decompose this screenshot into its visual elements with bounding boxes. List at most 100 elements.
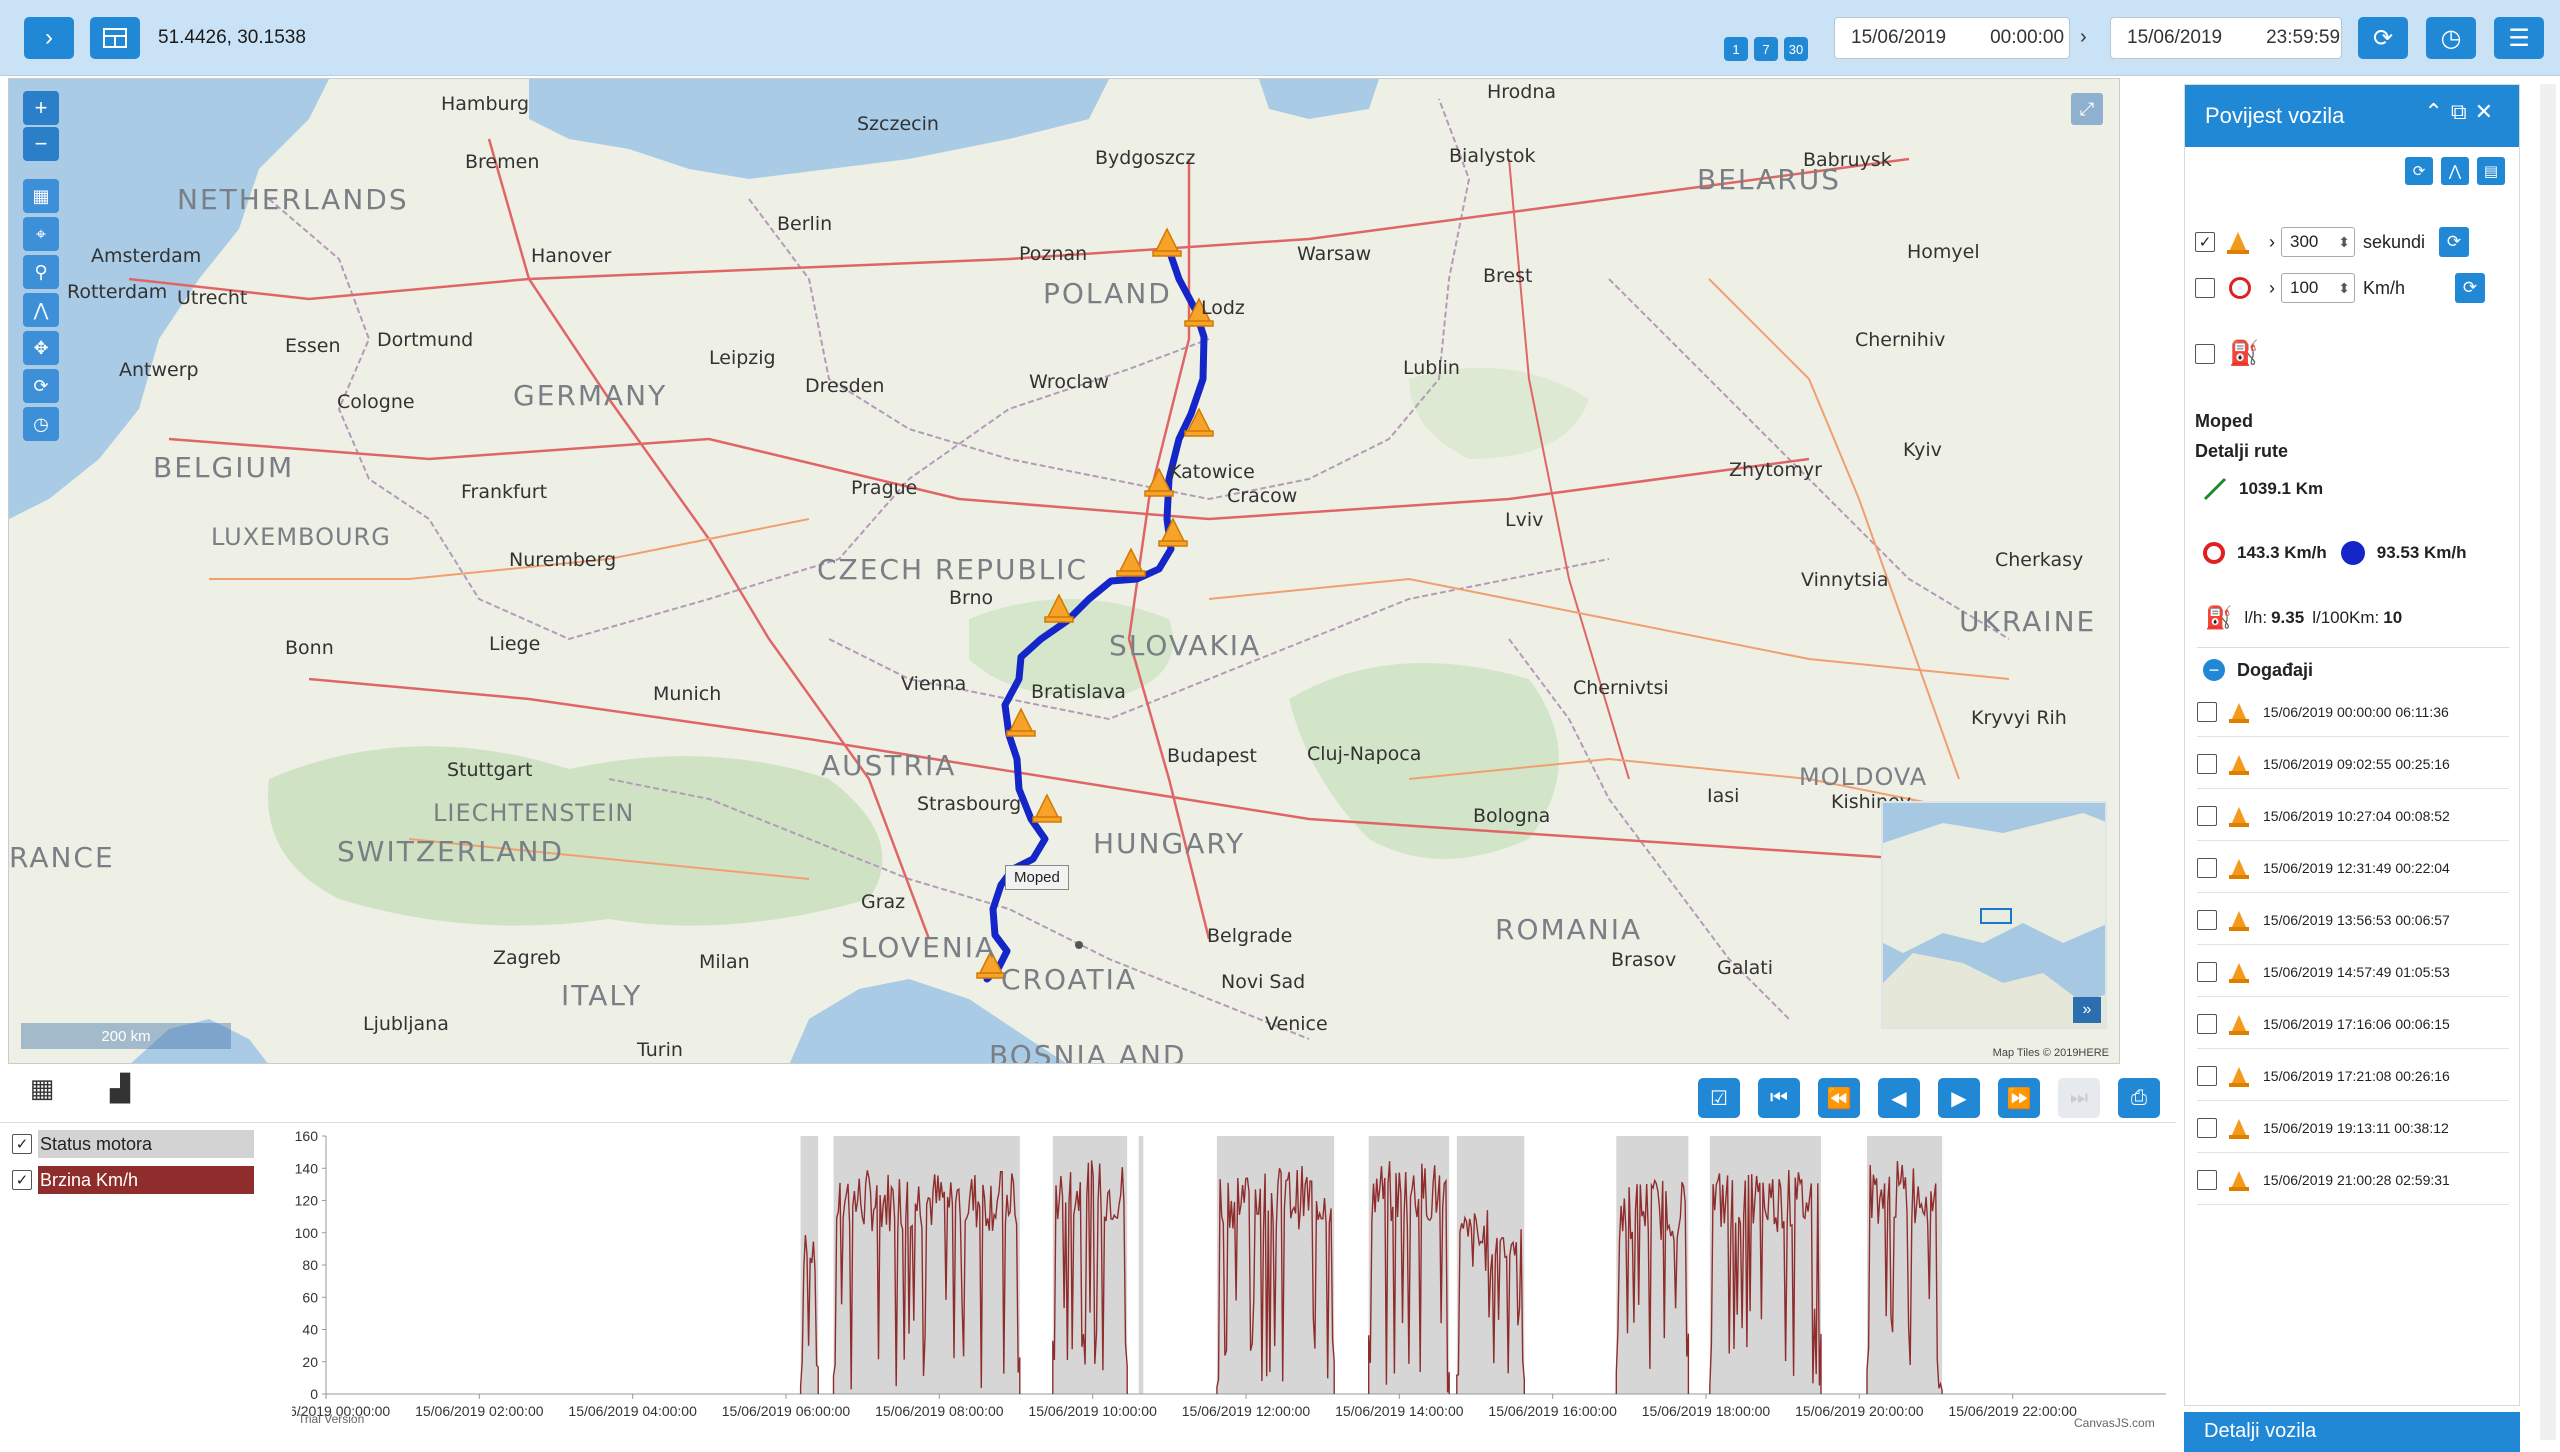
to-date: 15/06/2019 [2127, 27, 2223, 48]
fuel-pump-icon: ⛽ [2205, 605, 2233, 630]
fast-forward-button[interactable]: ⏩ [1998, 1078, 2040, 1118]
event-row[interactable]: 15/06/2019 21:00:28 02:59:31 [2197, 1155, 2509, 1205]
x-tick-label: 15/06/2019 22:00:00 [1948, 1403, 2077, 1419]
event-row[interactable]: 15/06/2019 00:00:00 06:11:36 [2197, 687, 2509, 737]
list-icon: ☰ [2508, 24, 2530, 52]
event-text: 15/06/2019 00:00:00 06:11:36 [2263, 703, 2449, 720]
interval-apply-button[interactable]: ⟳ [2439, 227, 2470, 257]
speed-limit-checkbox[interactable] [2195, 278, 2215, 298]
panel-document-button[interactable]: ▤ [2477, 157, 2505, 185]
map-view[interactable]: NETHERLANDS BELGIUM GERMANY POLAND CZECH… [8, 78, 2120, 1064]
play-button[interactable]: ▶ [1938, 1078, 1980, 1118]
stop-interval-checkbox[interactable]: ✓ [2195, 232, 2215, 252]
skip-first-button[interactable]: ⏮ [1758, 1078, 1800, 1118]
map-label-city: Zagreb [493, 947, 561, 969]
series-checkbox[interactable]: ✓ [12, 1170, 32, 1190]
map-refresh-button[interactable]: ⟳ [23, 369, 59, 403]
map-label-slovenia: SLOVENIA [841, 931, 997, 964]
panel-header: Povijest vozila ⌃⧉✕ [2185, 85, 2519, 147]
fuel-100-value: 10 [2383, 608, 2403, 627]
layout-toggle-button[interactable] [90, 17, 140, 59]
event-row[interactable]: 15/06/2019 14:57:49 01:05:53 [2197, 947, 2509, 997]
map-label-hungary: HUNGARY [1093, 827, 1246, 860]
y-tick-label: 160 [295, 1128, 319, 1144]
fuel-consumption: ⛽ l/h: 9.35 l/100Km: 10 [2205, 605, 2402, 631]
event-checkbox[interactable] [2197, 909, 2217, 930]
event-checkbox[interactable] [2197, 1169, 2217, 1190]
panel-window-controls[interactable]: ⌃⧉✕ [2424, 99, 2501, 125]
from-datetime-field[interactable]: 15/06/2019 00:00:00 [1834, 17, 2070, 59]
range-7-day-button[interactable]: 7 [1754, 37, 1778, 61]
table-view-tab[interactable]: ▦ [24, 1070, 60, 1106]
step-back-button[interactable]: ◀ [1878, 1078, 1920, 1118]
series-toggle-engine-status[interactable]: ✓ Status motora [12, 1130, 254, 1158]
map-label-czech-republic: CZECH REPUBLIC [817, 553, 1089, 586]
play-back-icon: ◀ [1891, 1087, 1907, 1110]
print-button[interactable]: ⎙ [2118, 1078, 2160, 1118]
event-row[interactable]: 15/06/2019 12:31:49 00:22:04 [2197, 843, 2509, 893]
bottom-tabs: ▦ ▟ [24, 1070, 138, 1106]
map-history-button[interactable]: ◷ [23, 407, 59, 441]
minimap-collapse-button[interactable]: » [2073, 997, 2101, 1023]
to-datetime-field[interactable]: 15/06/2019 23:59:59 [2110, 17, 2342, 59]
map-label-luxembourg: LUXEMBOURG [211, 523, 391, 551]
speed-apply-button[interactable]: ⟳ [2455, 273, 2486, 303]
series-toggle-speed[interactable]: ✓ Brzina Km/h [12, 1166, 254, 1194]
rewind-icon: ⏪ [1826, 1087, 1852, 1110]
page-scrollbar[interactable] [2540, 84, 2556, 1440]
locate-button[interactable]: ✥ [23, 331, 59, 365]
fuel-100-label: l/100Km: [2312, 608, 2380, 627]
event-checkbox[interactable] [2197, 1013, 2217, 1034]
fullscreen-map-button[interactable]: ⤢ [2071, 93, 2103, 125]
map-pin-icon: ⌖ [35, 223, 47, 244]
fuel-checkbox[interactable] [2195, 343, 2215, 364]
route-button[interactable]: ⋀ [23, 293, 59, 327]
event-row[interactable]: 15/06/2019 19:13:11 00:38:12 [2197, 1103, 2509, 1153]
event-row[interactable]: 15/06/2019 17:21:08 00:26:16 [2197, 1051, 2509, 1101]
refresh-icon: ⟳ [33, 375, 49, 396]
crosshair-icon: ✥ [33, 337, 49, 358]
map-satellite-button[interactable]: ⌖ [23, 217, 59, 251]
rewind-button[interactable]: ⏪ [1818, 1078, 1860, 1118]
map-label-city: Novi Sad [1221, 971, 1306, 993]
event-checkbox[interactable] [2197, 1117, 2217, 1138]
event-checkbox[interactable] [2197, 857, 2217, 878]
history-clock-button[interactable]: ◷ [2426, 17, 2476, 59]
events-header[interactable]: − Događaji [2203, 659, 2313, 681]
event-checkbox[interactable] [2197, 753, 2217, 774]
road-icon: ⋀ [33, 299, 49, 320]
panel-route-button[interactable]: ⋀ [2441, 157, 2469, 185]
expand-panel-button[interactable]: › [24, 17, 74, 59]
map-label-city: Turin [637, 1039, 683, 1061]
range-30-day-button[interactable]: 30 [1784, 37, 1808, 61]
event-row[interactable]: 15/06/2019 17:16:06 00:06:15 [2197, 999, 2509, 1049]
vehicle-details-header[interactable]: Detalji vozila [2184, 1412, 2520, 1452]
panel-refresh-button[interactable]: ⟳ [2405, 157, 2433, 185]
map-label-city: Brest [1483, 265, 1533, 287]
map-layer-button[interactable]: ▦ [23, 179, 59, 213]
event-row[interactable]: 15/06/2019 10:27:04 00:08:52 [2197, 791, 2509, 841]
event-checkbox[interactable] [2197, 805, 2217, 826]
zoom-in-button[interactable]: + [23, 91, 59, 125]
refresh-button[interactable]: ⟳ [2358, 17, 2408, 59]
bar-chart-icon: ▟ [110, 1072, 130, 1103]
event-checkbox[interactable] [2197, 1065, 2217, 1086]
search-map-button[interactable]: ⚲ [23, 255, 59, 289]
skip-last-button[interactable]: ⏭ [2058, 1078, 2100, 1118]
overview-minimap[interactable]: » [1881, 801, 2107, 1029]
speed-input[interactable]: 100 [2281, 273, 2355, 303]
map-label-city: Bydgoszcz [1095, 147, 1196, 169]
event-row[interactable]: 15/06/2019 09:02:55 00:25:16 [2197, 739, 2509, 789]
interval-input[interactable]: 300 [2281, 227, 2355, 257]
event-checkbox[interactable] [2197, 961, 2217, 982]
chart-view-tab[interactable]: ▟ [102, 1070, 138, 1106]
list-view-button[interactable]: ☰ [2494, 17, 2544, 59]
event-checkbox[interactable] [2197, 701, 2217, 722]
speed-chart[interactable]: 02040608010012014016015/06/2019 00:00:00… [292, 1128, 2172, 1428]
event-row[interactable]: 15/06/2019 13:56:53 00:06:57 [2197, 895, 2509, 945]
select-all-button[interactable]: ☑ [1698, 1078, 1740, 1118]
range-1-day-button[interactable]: 1 [1724, 37, 1748, 61]
zoom-out-button[interactable]: − [23, 127, 59, 161]
series-checkbox[interactable]: ✓ [12, 1134, 32, 1154]
y-tick-label: 100 [295, 1225, 319, 1241]
